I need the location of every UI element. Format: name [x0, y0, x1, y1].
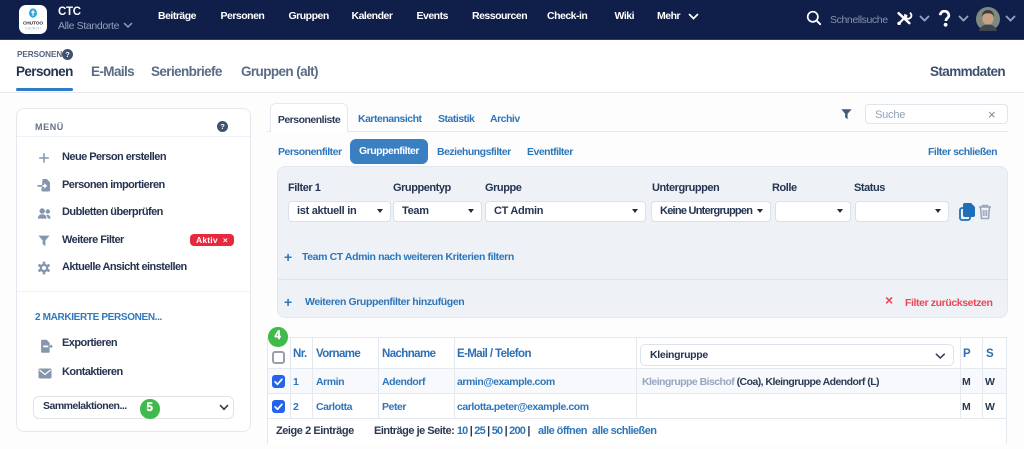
svg-text:CHURCH: CHURCH	[25, 27, 41, 31]
